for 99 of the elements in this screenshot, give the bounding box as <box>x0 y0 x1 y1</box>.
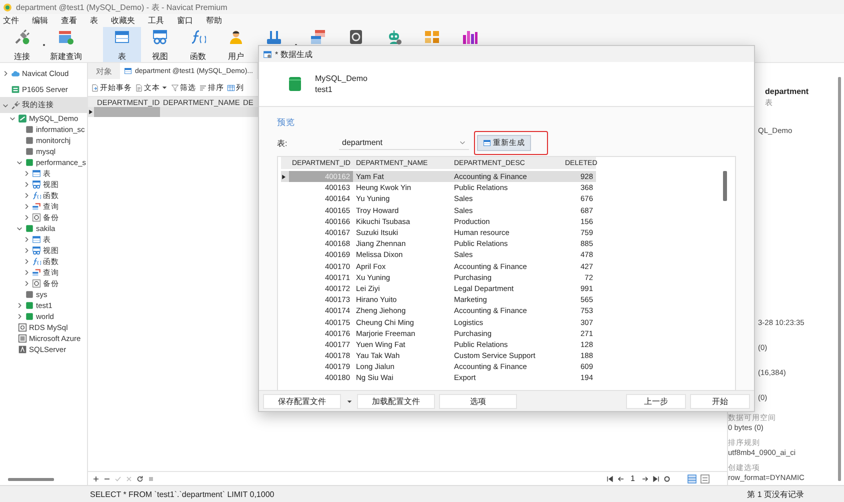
chevron-right-icon[interactable] <box>23 192 30 199</box>
database-icon <box>287 76 303 92</box>
table-icon <box>124 67 132 75</box>
record-status: 第 1 页没有记录 <box>747 488 804 500</box>
toolbar-button[interactable]: 函数 <box>179 27 217 62</box>
cloud-icon <box>11 68 20 78</box>
sql-statement: SELECT * FROM `test1`.`department` LIMIT 0,1000 <box>90 490 274 498</box>
query-icon <box>32 202 41 211</box>
connection-icon <box>18 114 27 123</box>
vertical-scrollbar <box>723 171 727 201</box>
settings-icon[interactable] <box>663 474 671 482</box>
toolbar-button[interactable]: 用户 <box>217 27 255 62</box>
chevron-down-icon[interactable] <box>16 159 23 166</box>
toolbar-button[interactable]: 视图 <box>141 27 179 62</box>
tab[interactable]: 对象 <box>88 63 120 79</box>
chevron-down-icon[interactable] <box>16 225 23 232</box>
menu-item[interactable]: 表 <box>90 15 98 26</box>
toolbar-button[interactable]: 新建查询 <box>47 27 85 62</box>
table-icon <box>32 169 41 178</box>
user-icon <box>228 29 244 45</box>
dialog-button[interactable]: 开始 <box>690 394 750 408</box>
table-plus-icon <box>58 29 74 45</box>
next-page-icon[interactable] <box>641 474 649 482</box>
refresh-icon[interactable] <box>136 474 144 482</box>
chevron-right-icon[interactable] <box>23 236 30 243</box>
menu-item[interactable]: 收藏夹 <box>111 15 135 26</box>
toolbar-button[interactable]: 连接 <box>3 27 41 62</box>
chevron-right-icon[interactable] <box>16 313 23 320</box>
menu-item[interactable]: 文件 <box>3 15 19 26</box>
query-icon <box>32 268 41 277</box>
menu-item[interactable]: 帮助 <box>206 15 222 26</box>
app-logo-icon <box>3 2 12 12</box>
page-number: 1 <box>630 474 636 483</box>
field-label: 表: <box>277 138 288 148</box>
view-icon <box>32 246 41 255</box>
dialog-button[interactable]: 选项 <box>439 394 517 408</box>
table-icon <box>483 139 491 147</box>
chevron-right-icon[interactable] <box>16 302 23 309</box>
tool-icon <box>266 29 282 45</box>
chevron-right-icon[interactable] <box>2 70 9 76</box>
dialog-title: * 数据生成 <box>275 48 312 60</box>
window-title: department @test1 (MySQL_Demo) - 表 - Navicat Premium <box>16 2 228 12</box>
grid-view-icon[interactable] <box>687 474 697 484</box>
stacked-tables-icon <box>310 29 326 45</box>
server-icon <box>18 323 27 332</box>
table-icon <box>32 235 41 244</box>
chevron-right-icon[interactable] <box>23 214 30 221</box>
plug-icon <box>11 100 20 110</box>
connection-name: MySQL_Demo <box>315 74 368 83</box>
text-document-icon <box>135 84 143 92</box>
columns-icon <box>227 84 235 92</box>
chevron-right-icon[interactable] <box>23 269 30 276</box>
plug-icon <box>14 29 30 45</box>
boxes-icon <box>424 29 440 45</box>
chevron-right-icon[interactable] <box>23 280 30 287</box>
table-icon <box>114 29 130 45</box>
object-name: department <box>764 87 810 96</box>
row-pointer-icon <box>281 174 287 180</box>
chevron-right-icon[interactable] <box>23 258 30 265</box>
section-title: 预览 <box>277 117 296 129</box>
first-page-icon[interactable] <box>606 474 614 482</box>
bar-chart-icon <box>462 29 478 45</box>
chevron-right-icon[interactable] <box>23 247 30 254</box>
menu-item[interactable]: 窗口 <box>177 15 193 26</box>
server-icon <box>11 84 20 94</box>
document-icon <box>91 84 99 92</box>
row-pointer-icon <box>88 109 94 115</box>
plus-icon[interactable] <box>92 474 100 482</box>
chevron-down-icon <box>459 139 466 146</box>
dialog-button[interactable]: 加载配置文件 <box>357 394 435 408</box>
view-icon <box>32 180 41 189</box>
chevron-right-icon[interactable] <box>23 170 30 177</box>
caret-icon <box>346 398 352 404</box>
database-name: test1 <box>315 85 334 94</box>
filter-icon <box>171 84 179 92</box>
dialog-button[interactable]: 保存配置文件 <box>263 394 341 408</box>
function-icon <box>32 191 41 200</box>
chevron-down-icon[interactable] <box>9 115 16 122</box>
chevron-down-icon[interactable] <box>2 102 9 108</box>
toolbar-button[interactable]: 表 <box>103 27 141 62</box>
backup-icon <box>32 279 41 288</box>
function-icon <box>32 257 41 266</box>
sort-icon <box>199 84 207 92</box>
server-icon <box>18 334 27 343</box>
menu-item[interactable]: 编辑 <box>32 15 48 26</box>
function-icon <box>190 29 206 45</box>
previous-page-icon[interactable] <box>616 474 625 482</box>
window-icon <box>263 50 272 58</box>
last-page-icon[interactable] <box>652 474 660 482</box>
backup-icon <box>32 213 41 222</box>
chevron-right-icon[interactable] <box>23 203 30 210</box>
chevron-right-icon[interactable] <box>23 181 30 188</box>
menu-item[interactable]: 工具 <box>148 15 164 26</box>
horizontal-scrollbar <box>8 478 54 481</box>
form-view-icon[interactable] <box>700 474 710 484</box>
menu-item[interactable]: 查看 <box>61 15 77 26</box>
dialog-button[interactable]: 上一步 <box>626 394 686 408</box>
table-dropdown[interactable]: department <box>339 136 469 150</box>
server-icon <box>18 345 27 354</box>
